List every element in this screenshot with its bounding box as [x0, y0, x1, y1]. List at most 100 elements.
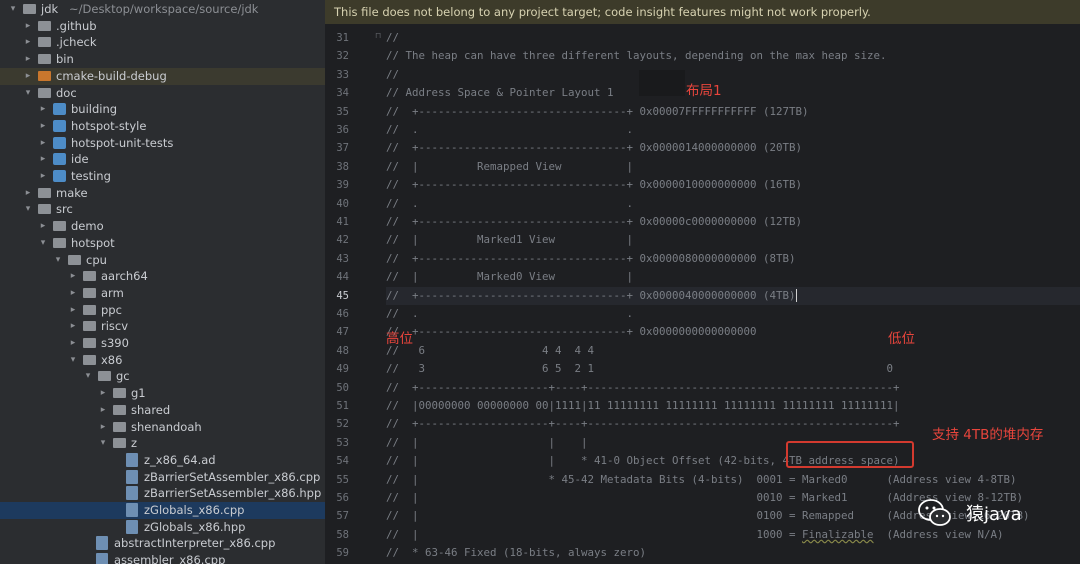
- tree-item[interactable]: ▸ .github: [0, 18, 325, 35]
- chevron-right-icon[interactable]: ▸: [38, 119, 48, 133]
- chevron-right-icon[interactable]: ▸: [98, 386, 108, 400]
- fold-marker-icon[interactable]: ⊓: [375, 31, 383, 40]
- chevron-down-icon[interactable]: ▾: [98, 436, 108, 450]
- chevron-right-icon[interactable]: ▸: [98, 403, 108, 417]
- code-line[interactable]: // +--------------------------------+ 0x…: [386, 286, 1080, 305]
- chevron-down-icon[interactable]: ▾: [23, 86, 33, 100]
- tree-item[interactable]: zGlobals_x86.hpp: [0, 519, 325, 536]
- tree-item[interactable]: ▸ hotspot-style: [0, 118, 325, 135]
- code-editor[interactable]: This file does not belong to any project…: [325, 0, 1080, 564]
- tree-item[interactable]: ▾ x86: [0, 352, 325, 369]
- tree-item[interactable]: ▸ building: [0, 101, 325, 118]
- watermark: 猿java: [912, 494, 1062, 534]
- chevron-right-icon[interactable]: ▸: [38, 152, 48, 166]
- tree-item-label: hotspot-style: [71, 118, 147, 133]
- tree-item[interactable]: ▸ arm: [0, 285, 325, 302]
- tree-item[interactable]: ▸ testing: [0, 168, 325, 185]
- code-line[interactable]: // * 63-46 Fixed (18-bits, always zero): [386, 544, 646, 562]
- tree-item[interactable]: ▾ jdk ~/Desktop/workspace/source/jdk: [0, 1, 325, 18]
- tree-item[interactable]: ▸ s390: [0, 335, 325, 352]
- chevron-right-icon[interactable]: ▸: [38, 102, 48, 116]
- code-line[interactable]: // . .: [386, 121, 633, 139]
- tree-item[interactable]: ▾ z: [0, 435, 325, 452]
- tree-item[interactable]: ▸ shenandoah: [0, 419, 325, 436]
- code-line[interactable]: // | 1000 = Finalizable (Address view N/…: [386, 526, 1004, 544]
- tree-item[interactable]: ▾ gc: [0, 368, 325, 385]
- chevron-right-icon[interactable]: ▸: [68, 336, 78, 350]
- code-line[interactable]: // . .: [386, 195, 633, 213]
- code-line[interactable]: // +--------------------------------+ 0x…: [386, 139, 802, 157]
- chevron-right-icon[interactable]: ▸: [38, 169, 48, 183]
- tree-item[interactable]: abstractInterpreter_x86.cpp: [0, 535, 325, 552]
- chevron-down-icon[interactable]: ▾: [83, 369, 93, 383]
- code-line[interactable]: // The heap can have three different lay…: [386, 47, 887, 65]
- chevron-right-icon[interactable]: ▸: [98, 420, 108, 434]
- code-line[interactable]: //: [386, 29, 399, 47]
- code-line[interactable]: // | Remapped View |: [386, 158, 633, 176]
- tree-item[interactable]: ▸ cmake-build-debug: [0, 67, 325, 85]
- folder-icon: [83, 321, 96, 332]
- code-line[interactable]: // +--------------------------------+ 0x…: [386, 323, 757, 341]
- code-line[interactable]: // Address Space & Pointer Layout 1: [386, 84, 614, 102]
- code-line[interactable]: //: [386, 66, 399, 84]
- tree-item-label: zGlobals_x86.hpp: [144, 519, 246, 534]
- tree-item[interactable]: ▸ aarch64: [0, 268, 325, 285]
- code-line[interactable]: // +--------------------------------+ 0x…: [386, 213, 802, 231]
- folder-icon: [38, 204, 51, 215]
- chevron-down-icon[interactable]: ▾: [23, 202, 33, 216]
- tree-item[interactable]: ▸ ppc: [0, 302, 325, 319]
- code-line[interactable]: // 3 6 5 2 1 0: [386, 360, 893, 378]
- code-line[interactable]: // +--------------------+----+----------…: [386, 415, 900, 433]
- chevron-right-icon[interactable]: ▸: [68, 269, 78, 283]
- code-line[interactable]: // | Marked0 View |: [386, 268, 633, 286]
- chevron-right-icon[interactable]: ▸: [68, 286, 78, 300]
- folder-icon: [83, 271, 96, 282]
- tree-item[interactable]: ▸ .jcheck: [0, 34, 325, 51]
- folder-icon: [53, 221, 66, 232]
- chevron-right-icon[interactable]: ▸: [68, 303, 78, 317]
- code-line[interactable]: // . .: [386, 305, 633, 323]
- tree-item[interactable]: assembler_x86.cpp: [0, 552, 325, 564]
- code-line[interactable]: // +--------------------------------+ 0x…: [386, 250, 796, 268]
- chevron-right-icon[interactable]: ▸: [23, 186, 33, 200]
- tree-item[interactable]: zGlobals_x86.cpp: [0, 502, 325, 519]
- tree-item[interactable]: ▸ hotspot-unit-tests: [0, 135, 325, 152]
- chevron-down-icon[interactable]: ▾: [68, 353, 78, 367]
- tree-item[interactable]: ▾ cpu: [0, 252, 325, 269]
- chevron-right-icon[interactable]: ▸: [68, 319, 78, 333]
- tree-item[interactable]: ▸ shared: [0, 402, 325, 419]
- tree-item[interactable]: ▾ src: [0, 201, 325, 218]
- code-line[interactable]: // +--------------------+----+----------…: [386, 379, 900, 397]
- chevron-right-icon[interactable]: ▸: [23, 35, 33, 49]
- code-line[interactable]: // | | |: [386, 434, 588, 452]
- tree-item[interactable]: ▸ riscv: [0, 318, 325, 335]
- tree-item[interactable]: ▸ g1: [0, 385, 325, 402]
- chevron-down-icon[interactable]: ▾: [38, 236, 48, 250]
- line-number: 51: [336, 400, 349, 412]
- tree-item[interactable]: ▾ hotspot: [0, 235, 325, 252]
- chevron-right-icon[interactable]: ▸: [23, 69, 33, 83]
- tree-item[interactable]: z_x86_64.ad: [0, 452, 325, 469]
- chevron-right-icon[interactable]: ▸: [23, 52, 33, 66]
- code-line[interactable]: // +--------------------------------+ 0x…: [386, 176, 802, 194]
- tree-item[interactable]: zBarrierSetAssembler_x86.cpp: [0, 469, 325, 486]
- folder-icon: [38, 87, 51, 98]
- tree-item-label: building: [71, 102, 118, 117]
- chevron-right-icon[interactable]: ▸: [23, 19, 33, 33]
- code-line[interactable]: // +--------------------------------+ 0x…: [386, 103, 809, 121]
- tree-item[interactable]: ▸ demo: [0, 218, 325, 235]
- tree-item[interactable]: ▸ make: [0, 185, 325, 202]
- code-line[interactable]: // |00000000 00000000 00|1111|11 1111111…: [386, 397, 900, 415]
- chevron-down-icon[interactable]: ▾: [8, 2, 18, 16]
- chevron-right-icon[interactable]: ▸: [38, 136, 48, 150]
- tree-item[interactable]: zBarrierSetAssembler_x86.hpp: [0, 485, 325, 502]
- code-line[interactable]: // | * 45-42 Metadata Bits (4-bits) 0001…: [386, 471, 1017, 489]
- code-line[interactable]: // 6 4 4 4 4: [386, 342, 874, 360]
- chevron-right-icon[interactable]: ▸: [38, 219, 48, 233]
- tree-item[interactable]: ▸ ide: [0, 151, 325, 168]
- tree-item[interactable]: ▾ doc: [0, 85, 325, 102]
- code-line[interactable]: // | Marked1 View |: [386, 231, 633, 249]
- folder-icon: [53, 237, 66, 248]
- chevron-down-icon[interactable]: ▾: [53, 253, 63, 267]
- tree-item[interactable]: ▸ bin: [0, 51, 325, 68]
